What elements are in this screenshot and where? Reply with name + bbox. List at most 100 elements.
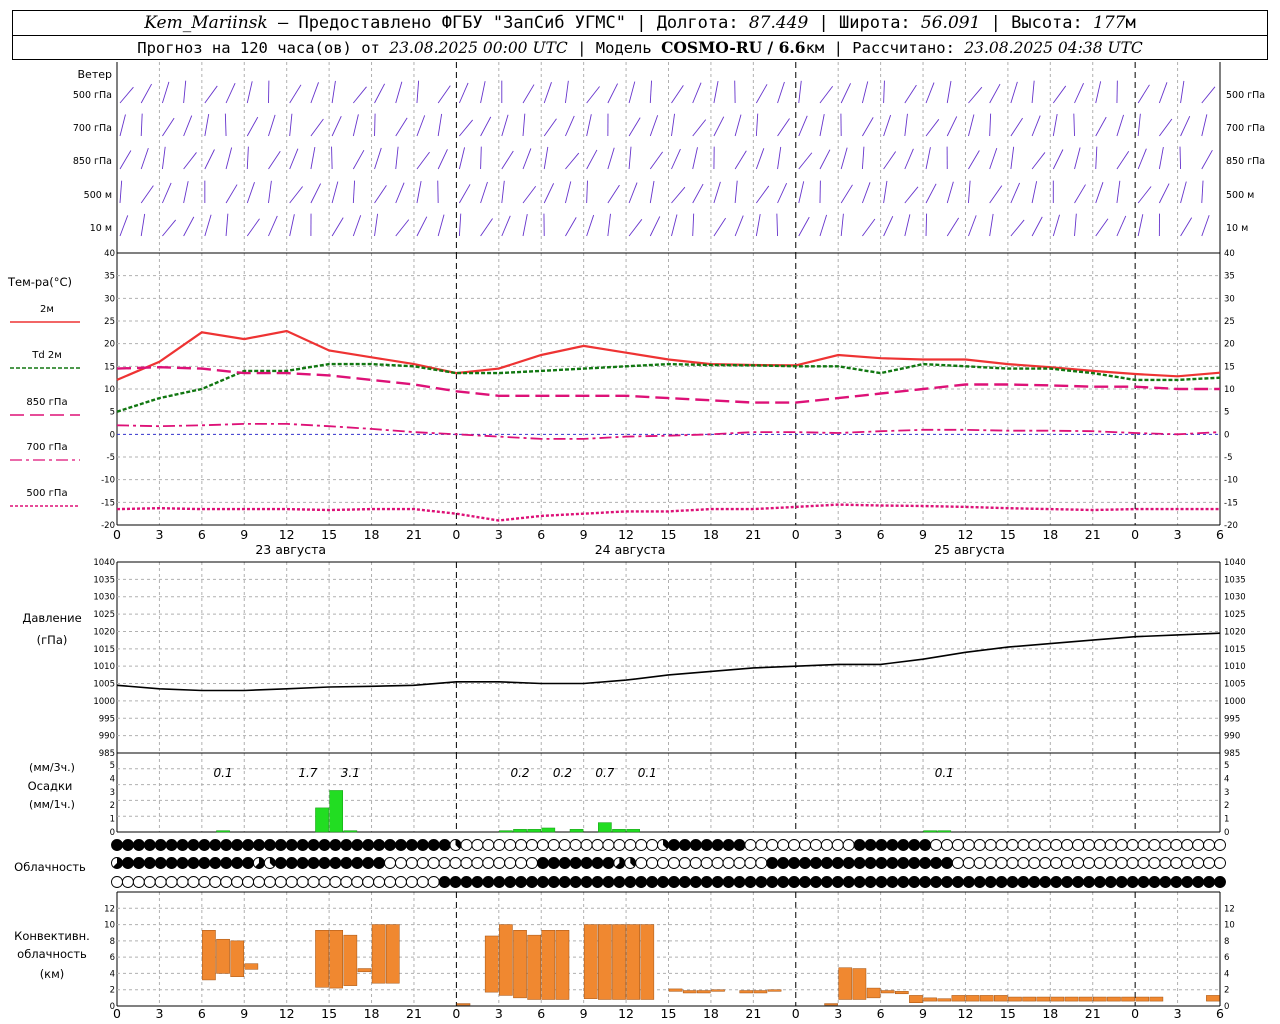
wind-barb	[1158, 146, 1164, 170]
conv-xtick: 21	[745, 1006, 761, 1021]
temp-xtick: 6	[537, 527, 545, 542]
cloud-cover-symbol	[1017, 839, 1030, 851]
cloud-cover-symbol	[973, 839, 986, 851]
wind-barb	[586, 214, 595, 237]
conv-bar	[965, 995, 980, 1002]
wind-barb	[395, 146, 399, 170]
wind-barb	[289, 186, 303, 204]
cloud-cover-symbol	[384, 876, 396, 888]
cloud-cover-symbol	[689, 857, 702, 869]
prec-bar	[569, 829, 584, 833]
temp-xtick: 9	[240, 527, 248, 542]
cloud-cover-symbol	[351, 857, 364, 869]
conv-xtick: 9	[240, 1006, 248, 1021]
wind-barb	[310, 146, 316, 170]
temp-xtick: 12	[958, 527, 974, 542]
temp-ytick-right: -20	[1224, 521, 1238, 531]
wind-barb	[1095, 116, 1107, 137]
wind-barb	[861, 146, 865, 170]
cloud-cover-symbol	[668, 876, 680, 888]
wind-barb	[224, 113, 227, 137]
cloud-cover-symbol	[908, 839, 921, 851]
cloud-cover-symbol	[296, 839, 309, 851]
pres-ytick-right: 985	[1224, 749, 1240, 759]
conv-ytick-right: 2	[1224, 986, 1229, 996]
cloud-cover-symbol	[198, 876, 211, 888]
cloud-cover-symbol	[526, 876, 538, 888]
temp-ytick-right: -5	[1224, 453, 1232, 463]
wind-barb	[946, 116, 958, 137]
cloud-cover-symbol	[482, 839, 495, 851]
cloud-cover-symbol	[362, 857, 375, 869]
cloud-cover-symbol	[132, 876, 145, 888]
cloud-cover-symbol	[788, 839, 801, 851]
prec-unit-top: (мм/3ч.)	[29, 761, 75, 774]
temp-xtick: 6	[877, 527, 885, 542]
cloud-cover-symbol	[504, 839, 517, 851]
pres-ytick-right: 1025	[1224, 610, 1246, 620]
cloud-cover-symbol	[121, 876, 134, 888]
cloud-cover-symbol	[231, 876, 244, 888]
wind-barb	[543, 146, 549, 170]
cloud-cover-symbol	[329, 876, 342, 888]
prec-ytick-right: 2	[1224, 801, 1229, 811]
wind-barb	[671, 148, 681, 170]
conv-bar	[909, 995, 923, 1003]
wind-barb	[777, 182, 788, 204]
conv-bar	[1107, 996, 1121, 1002]
wind-barb	[840, 147, 848, 170]
cloud-cover-symbol	[973, 876, 986, 888]
cloud-cover-symbol	[493, 857, 506, 869]
cloud-cover-symbol	[1203, 857, 1216, 869]
cloud-cover-symbol	[809, 876, 822, 888]
conv-bar	[866, 987, 881, 999]
cloud-cover-symbol	[198, 857, 211, 869]
cloud-cover-symbol	[362, 876, 375, 888]
cloud-cover-symbol	[111, 839, 123, 851]
cloud-cover-symbol	[242, 876, 254, 888]
wind-barb	[416, 216, 428, 237]
cloud-cover-symbol	[766, 839, 779, 851]
prec-amount-label: 0.2	[553, 766, 572, 780]
wind-barb	[268, 114, 276, 137]
cloud-cover-symbol	[668, 839, 680, 851]
temp-ytick-left: 30	[104, 294, 115, 304]
prec-ytick-right: 5	[1224, 761, 1229, 771]
cloud-cover-symbol	[526, 857, 538, 869]
cloud-cover-symbol	[242, 857, 254, 869]
wind-barb	[543, 118, 557, 137]
cloud-cover-symbol	[471, 839, 484, 851]
day-label: 23 августа	[255, 542, 326, 557]
cloud-cover-symbol	[1159, 839, 1172, 851]
wind-barb	[543, 82, 552, 104]
wind-barb	[1010, 219, 1025, 237]
pres-ytick-left: 1010	[93, 662, 115, 672]
temp-xtick: 9	[580, 527, 588, 542]
cloud-cover-symbol	[351, 839, 364, 851]
cloud-cover-symbol	[187, 857, 200, 869]
pres-ytick-left: 1000	[93, 697, 115, 707]
temp-xtick: 21	[745, 527, 761, 542]
prec-ytick-left: 3	[110, 788, 115, 798]
conv-bar	[583, 924, 598, 999]
wind-barb	[352, 86, 367, 104]
wind-barb	[946, 217, 960, 237]
wind-barb	[119, 215, 129, 237]
conv-bar	[343, 934, 358, 986]
wind-barb	[246, 182, 255, 204]
wind-barb	[161, 146, 166, 170]
cloud-cover-symbol	[165, 876, 178, 888]
temp-xtick: 3	[155, 527, 163, 542]
cloud-cover-symbol	[493, 876, 506, 888]
wind-barb	[289, 214, 295, 237]
wind-barb	[268, 151, 281, 170]
wind-barb	[840, 83, 851, 104]
day-label: 25 августа	[934, 542, 1005, 557]
wind-barb	[968, 150, 980, 170]
wind-barb	[883, 114, 892, 137]
wind-barb	[522, 214, 528, 237]
wind-barb	[1010, 146, 1015, 170]
cloud-cover-symbol	[384, 839, 396, 851]
wind-barb	[1116, 151, 1130, 170]
wind-barb	[140, 213, 146, 237]
